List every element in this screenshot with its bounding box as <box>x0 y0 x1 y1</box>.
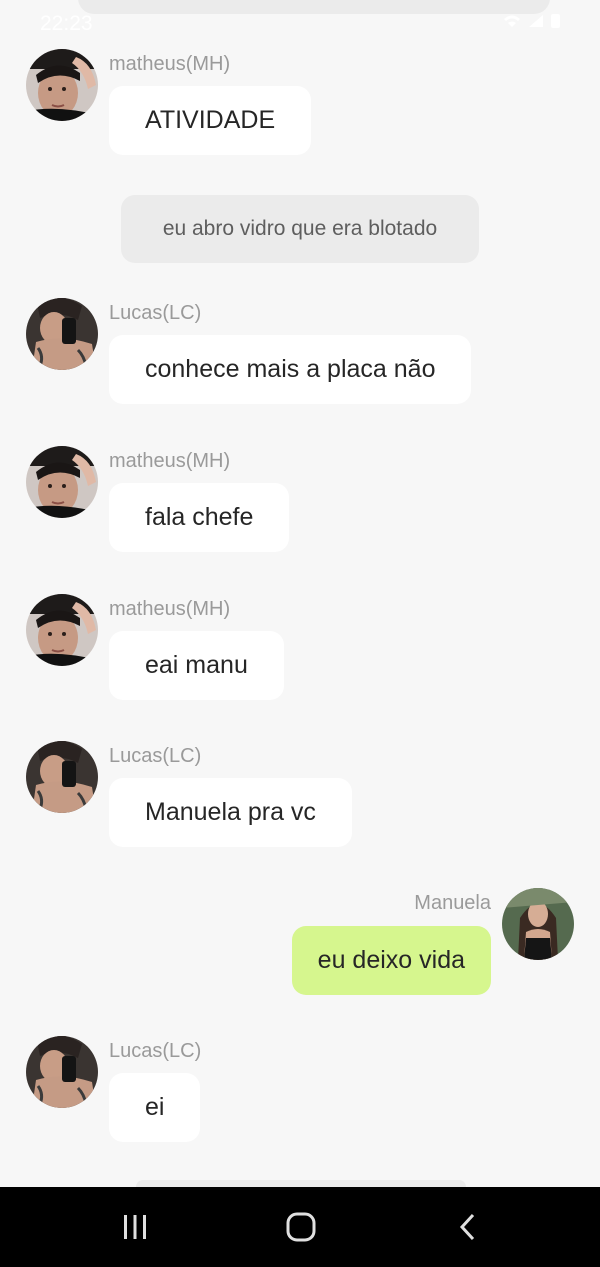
signal-icon <box>527 14 545 28</box>
message-bubble-own[interactable]: eu deixo vida <box>291 926 491 995</box>
home-button[interactable] <box>281 1209 321 1245</box>
avatar[interactable] <box>26 741 98 813</box>
lucas-avatar-icon <box>26 1036 98 1108</box>
message-bubble[interactable]: eai manu <box>109 631 284 700</box>
sender-name: Manuela <box>414 892 491 914</box>
recents-button[interactable] <box>115 1209 155 1245</box>
home-icon <box>286 1212 316 1242</box>
sender-name: Lucas(LC) <box>109 745 202 767</box>
lucas-avatar-icon <box>26 741 98 813</box>
back-icon <box>459 1213 475 1241</box>
back-button[interactable] <box>449 1209 489 1245</box>
avatar[interactable] <box>26 1036 98 1108</box>
message-bubble[interactable]: fala chefe <box>109 483 290 552</box>
matheus-avatar-icon <box>26 446 98 518</box>
recents-icon <box>124 1215 146 1239</box>
avatar[interactable] <box>26 594 98 666</box>
sender-name: Lucas(LC) <box>109 302 202 324</box>
matheus-avatar-icon <box>26 594 98 666</box>
chat-screen: 22:23 matheus(MH) ATIVIDADE eu abro vidr… <box>0 0 600 1267</box>
sender-name: Lucas(LC) <box>109 1040 202 1062</box>
sender-name: matheus(MH) <box>109 598 231 620</box>
sender-name: matheus(MH) <box>109 53 231 75</box>
battery-icon <box>551 14 560 28</box>
matheus-avatar-icon <box>26 49 98 121</box>
sender-name: matheus(MH) <box>109 450 231 472</box>
manuela-avatar-icon <box>502 888 574 960</box>
avatar[interactable] <box>502 888 574 960</box>
message-bubble[interactable]: Manuela pra vc <box>109 778 352 847</box>
status-time: 22:23 <box>40 12 93 35</box>
avatar[interactable] <box>26 298 98 370</box>
message-bubble[interactable]: conhece mais a placa não <box>109 335 472 404</box>
lucas-avatar-icon <box>26 298 98 370</box>
status-icons <box>503 14 560 28</box>
message-bubble[interactable]: ATIVIDADE <box>109 86 312 155</box>
status-bar: 22:23 <box>0 0 600 46</box>
avatar[interactable] <box>26 446 98 518</box>
navigation-bar <box>0 1187 600 1267</box>
message-bubble[interactable]: ei <box>109 1073 201 1142</box>
wifi-icon <box>503 14 521 28</box>
system-message: eu abro vidro que era blotado <box>121 195 479 263</box>
top-message-edge <box>78 0 550 14</box>
avatar[interactable] <box>26 49 98 121</box>
